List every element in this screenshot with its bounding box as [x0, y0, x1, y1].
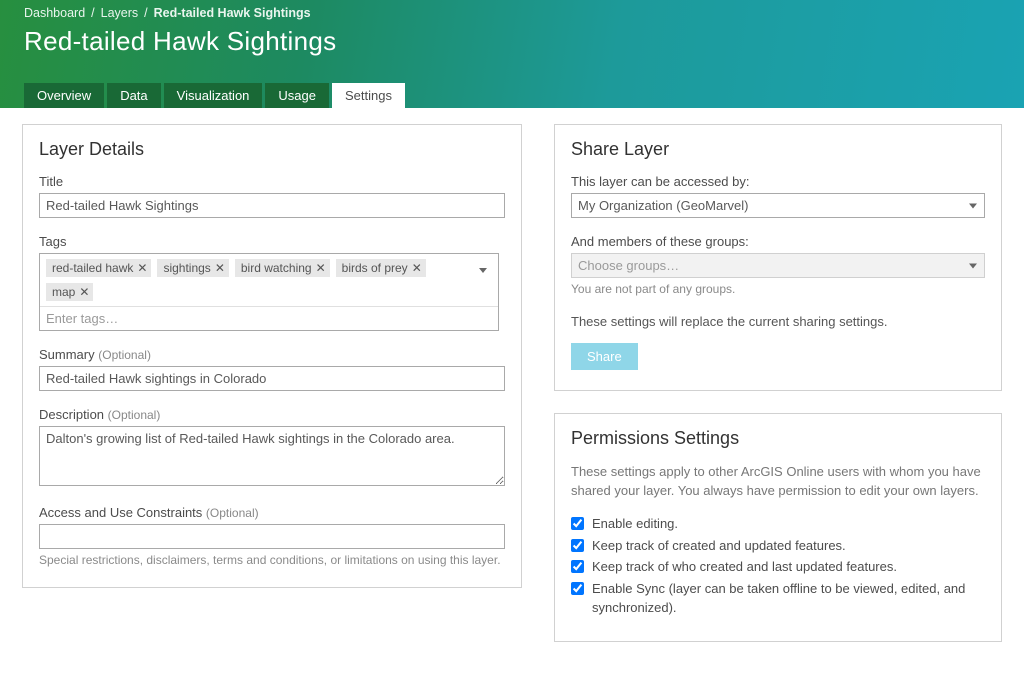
description-input[interactable] [39, 426, 505, 486]
page-header: Dashboard / Layers / Red-tailed Hawk Sig… [0, 0, 1024, 108]
permission-label: Keep track of created and updated featur… [592, 537, 846, 556]
tab-overview[interactable]: Overview [24, 83, 104, 108]
content: Layer Details Title Tags red-tailed hawk… [0, 108, 1024, 680]
breadcrumb-root[interactable]: Dashboard [24, 6, 85, 20]
access-hint: Special restrictions, disclaimers, terms… [39, 553, 505, 567]
permission-label: Enable editing. [592, 515, 678, 534]
share-heading: Share Layer [571, 139, 985, 160]
summary-input[interactable] [39, 366, 505, 391]
breadcrumb-sep: / [91, 6, 94, 20]
tags-box[interactable]: red-tailed hawk ✕ sightings ✕ bird watching ✕… [39, 253, 499, 331]
tag-chip: birds of prey ✕ [336, 259, 426, 277]
close-icon[interactable]: ✕ [316, 261, 326, 275]
tag-chip: bird watching ✕ [235, 259, 330, 277]
permission-item[interactable]: Enable editing. [571, 515, 985, 534]
tag-label: birds of prey [342, 261, 408, 275]
layer-details-panel: Layer Details Title Tags red-tailed hawk… [22, 124, 522, 588]
permission-item[interactable]: Enable Sync (layer can be taken offline … [571, 580, 985, 618]
permissions-panel: Permissions Settings These settings appl… [554, 413, 1002, 642]
tags-label: Tags [39, 234, 505, 249]
tag-chip: red-tailed hawk ✕ [46, 259, 151, 277]
permissions-desc: These settings apply to other ArcGIS Onl… [571, 463, 985, 501]
tab-visualization[interactable]: Visualization [164, 83, 263, 108]
share-groups-select[interactable]: Choose groups… [571, 253, 985, 278]
share-note: These settings will replace the current … [571, 314, 985, 329]
breadcrumb-current: Red-tailed Hawk Sightings [154, 6, 311, 20]
share-panel: Share Layer This layer can be accessed b… [554, 124, 1002, 391]
permission-checkbox[interactable] [571, 582, 584, 595]
tags-dropdown-toggle[interactable] [472, 258, 494, 278]
close-icon[interactable]: ✕ [215, 261, 225, 275]
tag-label: bird watching [241, 261, 312, 275]
permission-checkbox[interactable] [571, 517, 584, 530]
breadcrumb: Dashboard / Layers / Red-tailed Hawk Sig… [24, 6, 1000, 20]
tag-label: red-tailed hawk [52, 261, 133, 275]
tab-usage[interactable]: Usage [265, 83, 329, 108]
close-icon[interactable]: ✕ [79, 285, 89, 299]
breadcrumb-layers[interactable]: Layers [101, 6, 139, 20]
title-input[interactable] [39, 193, 505, 218]
close-icon[interactable]: ✕ [137, 261, 147, 275]
permission-item[interactable]: Keep track of created and updated featur… [571, 537, 985, 556]
tag-chip: map ✕ [46, 283, 93, 301]
share-button[interactable]: Share [571, 343, 638, 370]
permission-checkbox[interactable] [571, 560, 584, 573]
share-access-select[interactable]: My Organization (GeoMarvel) [571, 193, 985, 218]
share-groups-label: And members of these groups: [571, 234, 985, 249]
tab-settings[interactable]: Settings [332, 83, 405, 108]
permissions-heading: Permissions Settings [571, 428, 985, 449]
tabs: OverviewDataVisualizationUsageSettings [24, 83, 408, 108]
title-label: Title [39, 174, 505, 189]
tags-input-placeholder[interactable]: Enter tags… [46, 311, 118, 326]
tag-label: map [52, 285, 75, 299]
description-label: Description (Optional) [39, 407, 505, 422]
permission-item[interactable]: Keep track of who created and last updat… [571, 558, 985, 577]
tag-chip: sightings ✕ [157, 259, 228, 277]
share-groups-hint: You are not part of any groups. [571, 282, 985, 296]
page-title: Red-tailed Hawk Sightings [24, 26, 1000, 57]
permission-label: Keep track of who created and last updat… [592, 558, 897, 577]
breadcrumb-sep: / [144, 6, 147, 20]
permission-label: Enable Sync (layer can be taken offline … [592, 580, 985, 618]
share-access-label: This layer can be accessed by: [571, 174, 985, 189]
summary-label: Summary (Optional) [39, 347, 505, 362]
layer-details-heading: Layer Details [39, 139, 505, 160]
tab-data[interactable]: Data [107, 83, 160, 108]
permission-checkbox[interactable] [571, 539, 584, 552]
access-label: Access and Use Constraints (Optional) [39, 505, 505, 520]
chevron-down-icon [479, 261, 487, 276]
close-icon[interactable]: ✕ [412, 261, 422, 275]
tag-label: sightings [163, 261, 210, 275]
access-input[interactable] [39, 524, 505, 549]
